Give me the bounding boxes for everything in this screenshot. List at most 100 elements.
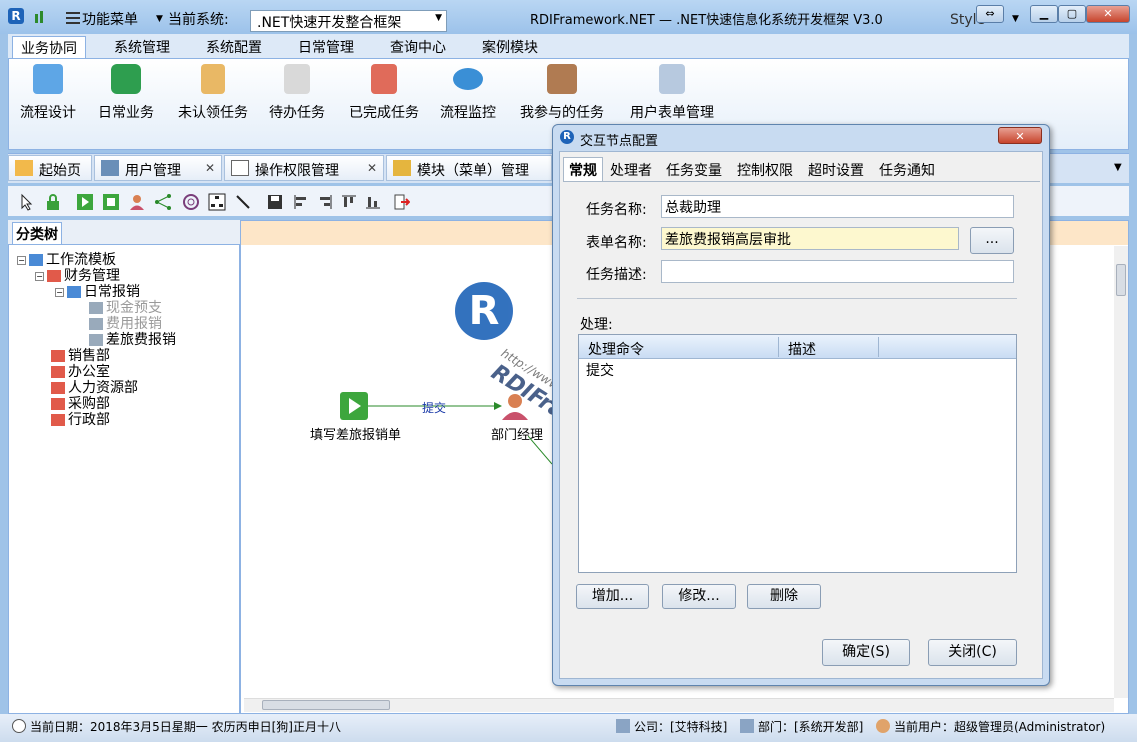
browse-button[interactable]: ... (970, 227, 1014, 254)
quick-access-icon[interactable] (34, 10, 46, 24)
process-design-button[interactable]: 流程设计 (18, 60, 78, 122)
user-icon (547, 64, 577, 94)
tab-handler[interactable]: 处理者 (606, 157, 656, 181)
menu-icon (66, 11, 82, 25)
user-form-management-button[interactable]: 用户表单管理 (626, 60, 718, 122)
start-node-icon[interactable] (340, 392, 368, 420)
unclaimed-tasks-button[interactable]: 未认领任务 (175, 60, 251, 122)
save-icon[interactable] (266, 193, 284, 211)
tab-system-config[interactable]: 系统配置 (198, 36, 270, 58)
folder-icon (51, 414, 65, 426)
align-top-icon[interactable] (340, 193, 358, 211)
close-dialog-button[interactable]: 关闭(C) (928, 639, 1017, 666)
button-label: 日常业务 (98, 105, 154, 121)
tab-collaboration[interactable]: 业务协同 (12, 36, 86, 58)
add-button[interactable]: 增加... (576, 584, 649, 609)
tab-timeout-settings[interactable]: 超时设置 (804, 157, 868, 181)
current-system-select[interactable]: .NET快速开发整合框架 ▼ (250, 10, 447, 32)
category-tree[interactable]: − 工作流模板 − 财务管理 − 日常报销 现金预支 费用报销 差旅费报销 销售部 办… (8, 244, 240, 714)
status-user: 当前用户：超级管理员(Administrator) (894, 720, 1106, 734)
branch-icon[interactable] (154, 193, 172, 211)
close-icon[interactable]: ✕ (367, 161, 377, 175)
tab-user-management[interactable]: 用户管理 ✕ (94, 155, 222, 181)
pointer-icon[interactable] (18, 193, 36, 211)
minimize-button[interactable]: ▁ (1030, 5, 1058, 23)
subprocess-icon[interactable] (182, 193, 200, 211)
tab-start-page[interactable]: 起始页 (8, 155, 92, 181)
window-icon (231, 160, 249, 176)
button-label: 流程设计 (20, 105, 76, 121)
tab-task-notification[interactable]: 任务通知 (875, 157, 939, 181)
button-label: 未认领任务 (178, 105, 248, 121)
column-header-description[interactable]: 描述 (788, 339, 816, 359)
maximize-button[interactable]: ▢ (1058, 5, 1086, 23)
connector-icon[interactable] (234, 193, 252, 211)
tab-general[interactable]: 常规 (563, 157, 603, 181)
process-monitor-button[interactable]: 流程监控 (438, 60, 498, 122)
align-bottom-icon[interactable] (364, 193, 382, 211)
restore-icon[interactable]: ⇔ (976, 5, 1004, 23)
column-header-command[interactable]: 处理命令 (588, 339, 644, 359)
chevron-down-icon[interactable]: ▼ (156, 14, 163, 24)
my-participated-tasks-button[interactable]: 我参与的任务 (516, 60, 608, 122)
watermark-logo-icon: R (455, 282, 513, 340)
tab-control-permission[interactable]: 控制权限 (733, 157, 797, 181)
lock-icon[interactable] (44, 193, 62, 211)
button-label: 流程监控 (440, 105, 496, 121)
user-node-icon[interactable] (128, 193, 146, 211)
collapse-icon[interactable]: − (17, 255, 26, 265)
end-node-icon[interactable] (102, 193, 120, 211)
scrollbar-thumb[interactable] (1116, 264, 1126, 296)
start-node-label: 填写差旅报销单 (310, 428, 402, 443)
task-desc-field[interactable] (661, 260, 1014, 283)
company-icon (616, 719, 630, 733)
tab-divider (563, 181, 1040, 182)
close-button[interactable]: ✕ (1086, 5, 1130, 23)
tab-module-management[interactable]: 模块（菜单）管理 (386, 155, 552, 181)
tab-label: 模块（菜单）管理 (417, 163, 529, 179)
tab-case-module[interactable]: 案例模块 (474, 36, 546, 58)
align-left-icon[interactable] (292, 193, 310, 211)
tab-system-management[interactable]: 系统管理 (106, 36, 178, 58)
task-name-field[interactable]: 总裁助理 (661, 195, 1014, 218)
tab-label: 起始页 (39, 163, 81, 179)
table-row[interactable]: 提交 (586, 360, 614, 380)
tree-tab[interactable]: 分类树 (12, 222, 62, 245)
collapse-icon[interactable]: − (35, 271, 44, 281)
chevron-down-icon[interactable]: ▼ (1012, 14, 1019, 24)
delete-button[interactable]: 删除 (747, 584, 821, 609)
process-label: 处理: (580, 317, 613, 333)
tab-query-center[interactable]: 查询中心 (382, 36, 454, 58)
edit-button[interactable]: 修改... (662, 584, 736, 609)
tab-list-chevron-icon[interactable]: ▼ (1114, 162, 1122, 173)
vertical-scrollbar[interactable] (1114, 246, 1128, 698)
export-icon[interactable] (392, 193, 411, 211)
pending-tasks-button[interactable]: 待办任务 (267, 60, 327, 122)
dialog-close-button[interactable]: ✕ (998, 127, 1042, 144)
notepad-icon (284, 64, 310, 94)
share-icon (111, 64, 141, 94)
tree-node[interactable]: 行政部 (51, 409, 110, 429)
users-icon (101, 160, 119, 176)
daily-business-button[interactable]: 日常业务 (96, 60, 156, 122)
ok-button[interactable]: 确定(S) (822, 639, 910, 666)
tab-permission-management[interactable]: 操作权限管理 ✕ (224, 155, 384, 181)
home-icon (15, 160, 33, 176)
scrollbar-thumb[interactable] (262, 700, 390, 710)
tab-task-variables[interactable]: 任务变量 (662, 157, 726, 181)
dialog-logo-icon: R (560, 130, 574, 144)
close-icon[interactable]: ✕ (205, 161, 215, 175)
org-chart-icon[interactable] (208, 193, 226, 211)
app-logo-icon: R (8, 8, 24, 24)
align-right-icon[interactable] (316, 193, 334, 211)
process-command-table[interactable] (578, 334, 1017, 573)
status-department: 部门：[系统开发部] (758, 720, 864, 734)
tab-daily-management[interactable]: 日常管理 (290, 36, 362, 58)
collapse-icon[interactable]: − (55, 287, 64, 297)
form-name-label: 表单名称: (586, 235, 647, 251)
function-menu-button[interactable]: 功能菜单 (82, 9, 138, 29)
form-name-field[interactable]: 差旅费报销高层审批 (661, 227, 959, 250)
clipboard-icon (201, 64, 225, 94)
completed-tasks-button[interactable]: 已完成任务 (346, 60, 422, 122)
start-node-icon[interactable] (76, 193, 94, 211)
